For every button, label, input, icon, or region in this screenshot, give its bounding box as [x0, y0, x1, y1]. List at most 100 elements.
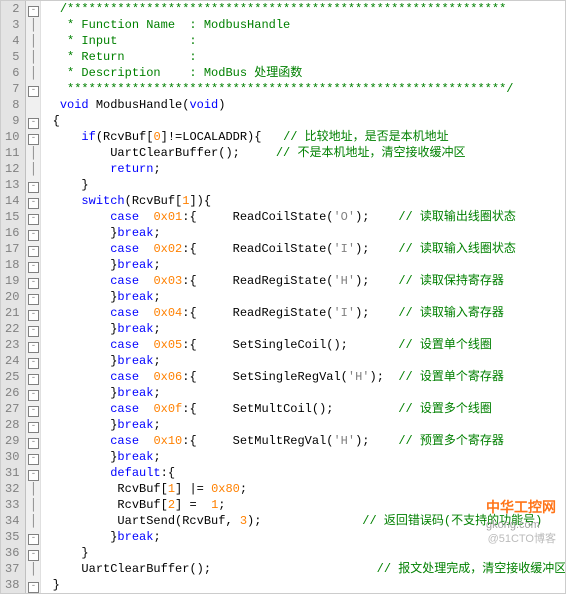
fold-marker[interactable]: │ — [26, 481, 40, 497]
code-line[interactable]: }break; — [45, 257, 565, 273]
code-line[interactable]: * Description : ModBus 处理函数 — [45, 65, 565, 81]
line-number: 8 — [5, 97, 19, 113]
line-number: 19 — [5, 273, 19, 289]
line-number: 10 — [5, 129, 19, 145]
fold-marker[interactable]: │ — [26, 561, 40, 577]
line-number: 11 — [5, 145, 19, 161]
line-number-gutter: 2345678910111213141516171819202122232425… — [1, 1, 26, 593]
fold-marker[interactable]: - — [26, 113, 40, 129]
fold-marker[interactable]: - — [26, 129, 40, 145]
fold-marker[interactable]: - — [26, 449, 40, 465]
line-number: 14 — [5, 193, 19, 209]
fold-marker[interactable]: - — [26, 385, 40, 401]
code-line[interactable]: case 0x04:{ ReadRegiState('I'); // 读取输入寄… — [45, 305, 565, 321]
code-line[interactable]: case 0x01:{ ReadCoilState('O'); // 读取输出线… — [45, 209, 565, 225]
code-line[interactable]: }break; — [45, 353, 565, 369]
line-number: 26 — [5, 385, 19, 401]
code-line[interactable]: case 0x02:{ ReadCoilState('I'); // 读取输入线… — [45, 241, 565, 257]
line-number: 35 — [5, 529, 19, 545]
fold-marker[interactable]: - — [26, 81, 40, 97]
fold-marker[interactable]: │ — [26, 161, 40, 177]
code-line[interactable]: }break; — [45, 321, 565, 337]
code-line[interactable]: * Input : — [45, 33, 565, 49]
code-line[interactable]: UartClearBuffer(); // 报文处理完成，清空接收缓冲区 — [45, 561, 565, 577]
code-line[interactable]: }break; — [45, 417, 565, 433]
line-number: 17 — [5, 241, 19, 257]
code-line[interactable]: } — [45, 177, 565, 193]
fold-marker[interactable]: │ — [26, 33, 40, 49]
code-line[interactable]: }break; — [45, 449, 565, 465]
line-number: 28 — [5, 417, 19, 433]
code-line[interactable]: case 0x0f:{ SetMultCoil(); // 设置多个线圈 — [45, 401, 565, 417]
fold-marker[interactable]: - — [26, 545, 40, 561]
fold-marker[interactable]: - — [26, 209, 40, 225]
line-number: 18 — [5, 257, 19, 273]
fold-marker[interactable]: - — [26, 529, 40, 545]
fold-marker[interactable]: │ — [26, 497, 40, 513]
code-line[interactable]: case 0x03:{ ReadRegiState('H'); // 读取保持寄… — [45, 273, 565, 289]
fold-marker[interactable]: - — [26, 465, 40, 481]
code-line[interactable]: default:{ — [45, 465, 565, 481]
code-line[interactable]: void ModbusHandle(void) — [45, 97, 565, 113]
fold-marker[interactable] — [26, 97, 40, 113]
fold-marker[interactable]: - — [26, 577, 40, 593]
line-number: 30 — [5, 449, 19, 465]
fold-marker[interactable]: - — [26, 225, 40, 241]
fold-marker[interactable]: - — [26, 401, 40, 417]
fold-marker[interactable]: │ — [26, 513, 40, 529]
line-number: 4 — [5, 33, 19, 49]
code-line[interactable]: } — [45, 577, 565, 593]
line-number: 25 — [5, 369, 19, 385]
code-line[interactable]: * Return : — [45, 49, 565, 65]
fold-marker[interactable]: - — [26, 193, 40, 209]
code-line[interactable]: * Function Name : ModbusHandle — [45, 17, 565, 33]
fold-marker[interactable]: - — [26, 257, 40, 273]
fold-marker[interactable]: - — [26, 289, 40, 305]
code-line[interactable]: return; — [45, 161, 565, 177]
line-number: 15 — [5, 209, 19, 225]
code-line[interactable]: }break; — [45, 385, 565, 401]
line-number: 20 — [5, 289, 19, 305]
code-line[interactable]: } — [45, 545, 565, 561]
code-line[interactable]: RcvBuf[1] |= 0x80; — [45, 481, 565, 497]
watermark: 中华工控网 gkong.com — [486, 497, 556, 531]
line-number: 16 — [5, 225, 19, 241]
code-line[interactable]: ****************************************… — [45, 81, 565, 97]
line-number: 7 — [5, 81, 19, 97]
code-line[interactable]: case 0x05:{ SetSingleCoil(); // 设置单个线圈 — [45, 337, 565, 353]
line-number: 37 — [5, 561, 19, 577]
code-line[interactable]: if(RcvBuf[0]!=LOCALADDR){ // 比较地址，是否是本机地… — [45, 129, 565, 145]
fold-gutter[interactable]: -││││- --││-------------------│││--│- — [26, 1, 41, 593]
fold-marker[interactable]: - — [26, 305, 40, 321]
fold-marker[interactable]: - — [26, 241, 40, 257]
fold-marker[interactable]: - — [26, 353, 40, 369]
code-line[interactable]: case 0x06:{ SetSingleRegVal('H'); // 设置单… — [45, 369, 565, 385]
code-line[interactable]: /***************************************… — [45, 1, 565, 17]
fold-marker[interactable]: │ — [26, 65, 40, 81]
code-line[interactable]: { — [45, 113, 565, 129]
line-number: 31 — [5, 465, 19, 481]
code-line[interactable]: }break; — [45, 225, 565, 241]
fold-marker[interactable]: │ — [26, 49, 40, 65]
watermark-credit: @51CTO博客 — [488, 530, 556, 546]
fold-marker[interactable]: - — [26, 273, 40, 289]
code-editor[interactable]: 2345678910111213141516171819202122232425… — [0, 0, 566, 594]
line-number: 29 — [5, 433, 19, 449]
fold-marker[interactable]: │ — [26, 145, 40, 161]
fold-marker[interactable]: - — [26, 369, 40, 385]
line-number: 13 — [5, 177, 19, 193]
fold-marker[interactable]: - — [26, 1, 40, 17]
fold-marker[interactable]: - — [26, 177, 40, 193]
code-line[interactable]: switch(RcvBuf[1]){ — [45, 193, 565, 209]
fold-marker[interactable]: │ — [26, 17, 40, 33]
code-line[interactable]: case 0x10:{ SetMultRegVal('H'); // 预置多个寄… — [45, 433, 565, 449]
fold-marker[interactable]: - — [26, 417, 40, 433]
fold-marker[interactable]: - — [26, 321, 40, 337]
line-number: 24 — [5, 353, 19, 369]
code-line[interactable]: }break; — [45, 289, 565, 305]
fold-marker[interactable]: - — [26, 337, 40, 353]
fold-marker[interactable]: - — [26, 433, 40, 449]
code-line[interactable]: UartClearBuffer(); // 不是本机地址，清空接收缓冲区 — [45, 145, 565, 161]
line-number: 27 — [5, 401, 19, 417]
line-number: 38 — [5, 577, 19, 593]
